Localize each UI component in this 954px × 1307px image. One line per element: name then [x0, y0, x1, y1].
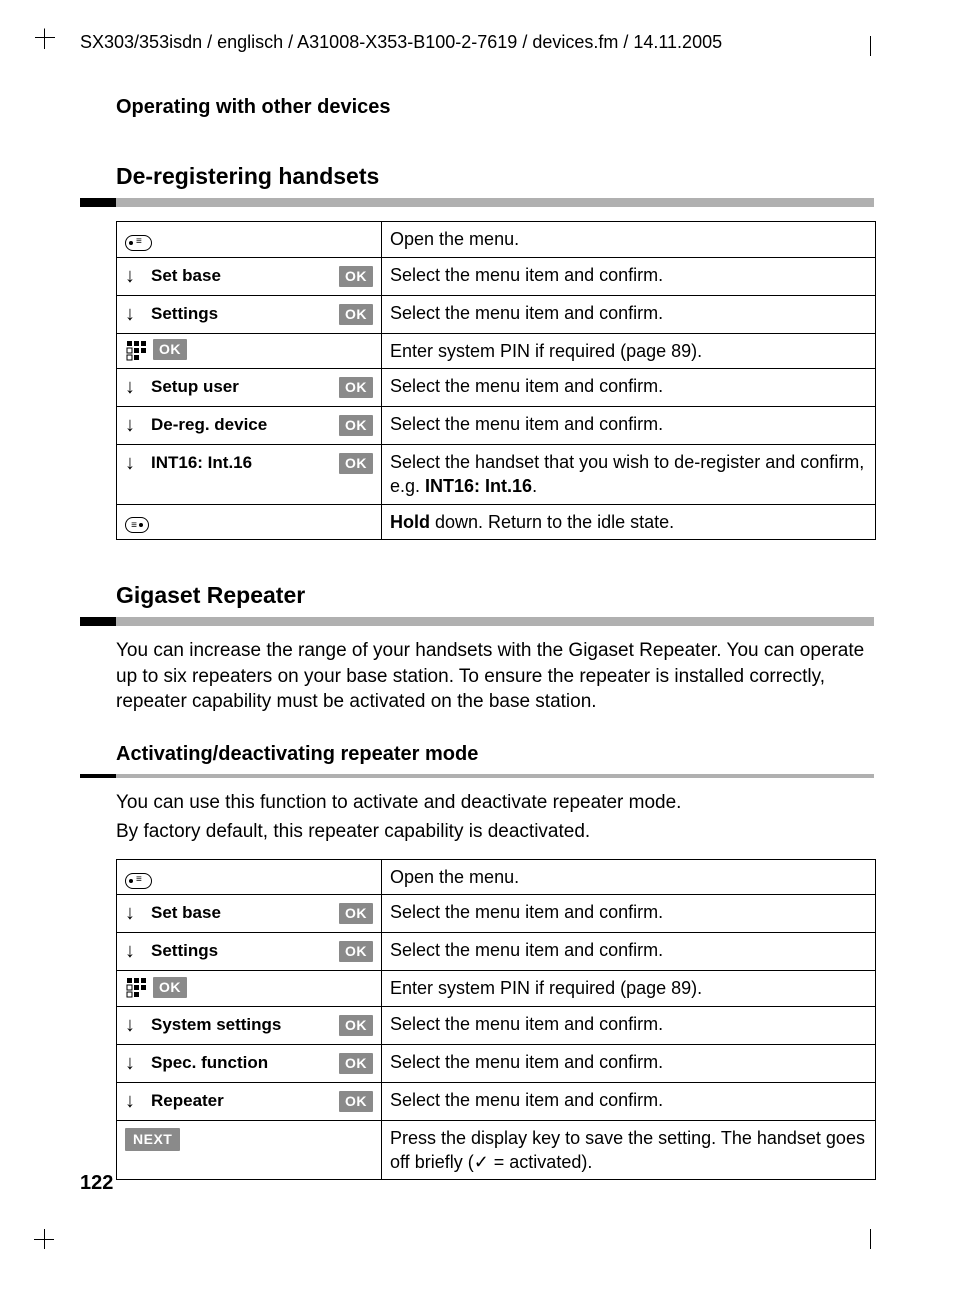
procedure-desc-cell: Select the menu item and confirm.: [382, 257, 876, 295]
arrow-down-icon: ↓: [125, 1088, 141, 1115]
procedure-desc-cell: Press the display key to save the settin…: [382, 1120, 876, 1180]
activating-p2: By factory default, this repeater capabi…: [116, 819, 874, 845]
menu-item-label: De-reg. device: [151, 414, 267, 437]
procedure-action-cell: [117, 222, 382, 257]
arrow-down-icon: ↓: [125, 900, 141, 927]
menu-item-label: Set base: [151, 265, 221, 288]
procedure-action-cell: ↓ System settings OK: [117, 1006, 382, 1044]
procedure-desc-cell: Select the menu item and confirm.: [382, 895, 876, 933]
menu-item-label: Spec. function: [151, 1052, 268, 1075]
menu-item-label: Repeater: [151, 1090, 224, 1113]
procedure-action-cell: ↓ Set base OK: [117, 895, 382, 933]
procedure-action-cell: ↓ Settings OK: [117, 933, 382, 971]
arrow-down-icon: ↓: [125, 263, 141, 290]
section-title-deregistering: De-registering handsets: [116, 161, 874, 192]
procedure-desc-cell: Select the menu item and confirm.: [382, 933, 876, 971]
section-title-repeater: Gigaset Repeater: [116, 580, 874, 611]
procedure-action-cell: OK: [117, 971, 382, 1006]
procedure-action-cell: ↓ Set base OK: [117, 257, 382, 295]
menu-item-label: Settings: [151, 303, 218, 326]
ok-badge: OK: [339, 1053, 373, 1074]
section-rule: [80, 198, 874, 207]
keypad-icon: [125, 976, 147, 998]
ok-badge: OK: [339, 453, 373, 474]
procedure-action-cell: ↓ Setup user OK: [117, 368, 382, 406]
ok-badge: OK: [339, 903, 373, 924]
arrow-down-icon: ↓: [125, 938, 141, 965]
ok-badge: OK: [339, 304, 373, 325]
arrow-down-icon: ↓: [125, 374, 141, 401]
procedure-desc-cell: Hold down. Return to the idle state.: [382, 504, 876, 539]
arrow-down-icon: ↓: [125, 450, 141, 477]
activating-p1: You can use this function to activate an…: [116, 790, 874, 816]
procedure-action-cell: [117, 504, 382, 539]
breadcrumb: Operating with other devices: [116, 94, 874, 121]
procedure-desc-cell: Select the menu item and confirm.: [382, 1006, 876, 1044]
keypad-icon: [125, 339, 147, 361]
procedure-desc-cell: Enter system PIN if required (page 89).: [382, 971, 876, 1006]
procedure-desc-cell: Select the menu item and confirm.: [382, 295, 876, 333]
ok-badge: OK: [339, 1015, 373, 1036]
procedure-desc-cell: Open the menu.: [382, 222, 876, 257]
procedure-desc-cell: Select the menu item and confirm.: [382, 368, 876, 406]
procedure-action-cell: ↓ Repeater OK: [117, 1082, 382, 1120]
crop-mark-tr: [870, 28, 890, 48]
procedure-desc-cell: Select the menu item and confirm.: [382, 1082, 876, 1120]
menu-icon: [125, 235, 152, 251]
procedure-action-cell: ↓ De-reg. device OK: [117, 406, 382, 444]
procedure-desc-cell: Select the menu item and confirm.: [382, 1044, 876, 1082]
procedure-action-cell: OK: [117, 333, 382, 368]
subsection-title-activating: Activating/deactivating repeater mode: [116, 741, 874, 768]
procedure-action-cell: ↓ INT16: Int.16 OK: [117, 444, 382, 504]
procedure-desc-cell: Enter system PIN if required (page 89).: [382, 333, 876, 368]
subsection-rule: [80, 774, 874, 778]
ok-badge: OK: [153, 977, 187, 998]
menu-icon: [125, 873, 152, 889]
ok-badge: OK: [339, 377, 373, 398]
crop-mark-bl: [44, 1229, 64, 1249]
ok-badge: OK: [339, 415, 373, 436]
section-rule: [80, 617, 874, 626]
arrow-down-icon: ↓: [125, 1050, 141, 1077]
procedure-action-cell: ↓ Spec. function OK: [117, 1044, 382, 1082]
procedure-desc-cell: Select the menu item and confirm.: [382, 406, 876, 444]
procedure-table-2: Open the menu. ↓ Set base OK Select the menu…: [116, 859, 876, 1180]
next-badge: NEXT: [125, 1128, 180, 1151]
menu-item-label: Setup user: [151, 376, 239, 399]
ok-badge: OK: [153, 339, 187, 360]
crop-mark-br: [870, 1229, 890, 1249]
procedure-table-1: Open the menu. ↓ Set base OK Select the menu…: [116, 221, 876, 539]
menu-item-label: System settings: [151, 1014, 281, 1037]
header-path: SX303/353isdn / englisch / A31008-X353-B…: [80, 30, 874, 54]
arrow-down-icon: ↓: [125, 412, 141, 439]
procedure-action-cell: ↓ Settings OK: [117, 295, 382, 333]
crop-mark-tl: [44, 28, 65, 49]
end-call-icon: [125, 517, 149, 533]
ok-badge: OK: [339, 941, 373, 962]
menu-item-label: INT16: Int.16: [151, 452, 252, 475]
menu-item-label: Set base: [151, 902, 221, 925]
repeater-intro: You can increase the range of your hands…: [116, 638, 874, 715]
ok-badge: OK: [339, 266, 373, 287]
arrow-down-icon: ↓: [125, 1012, 141, 1039]
ok-badge: OK: [339, 1091, 373, 1112]
arrow-down-icon: ↓: [125, 301, 141, 328]
menu-item-label: Settings: [151, 940, 218, 963]
procedure-desc-cell: Open the menu.: [382, 860, 876, 895]
procedure-action-cell: [117, 860, 382, 895]
procedure-desc-cell: Select the handset that you wish to de-r…: [382, 444, 876, 504]
page-number: 122: [80, 1170, 113, 1197]
procedure-action-cell: NEXT: [117, 1120, 382, 1180]
